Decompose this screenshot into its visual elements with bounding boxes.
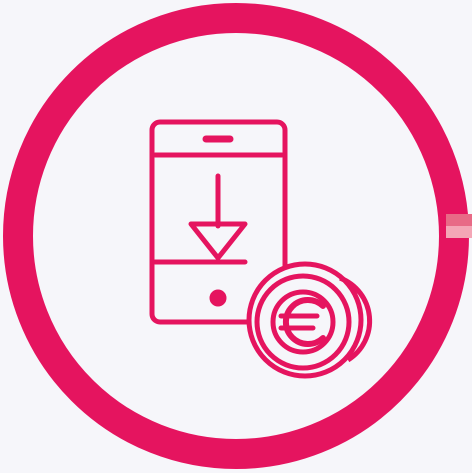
euro-coin-icon (246, 261, 373, 379)
illustration-stage (0, 0, 472, 473)
ring-tab (446, 214, 472, 238)
mobile-payment-download-euro-icon (3, 3, 472, 469)
download-arrow-icon (188, 173, 248, 261)
